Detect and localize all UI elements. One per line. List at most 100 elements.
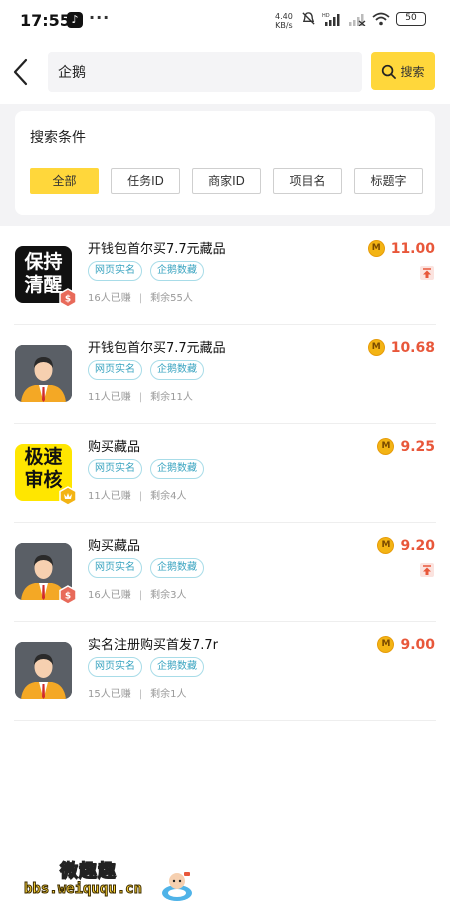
mascot-icon — [162, 872, 192, 901]
earned-count: 11人已赚 — [88, 392, 131, 403]
task-title: 购买藏品 — [88, 440, 141, 455]
signal-icon: HD — [322, 13, 340, 26]
tag-realname: 网页实名 — [88, 360, 142, 380]
mute-icon — [302, 12, 315, 25]
task-meta: 16人已赚 | 剩余3人 — [88, 586, 186, 601]
filter-title: 搜索条件 — [30, 130, 86, 146]
watermark: 微趣趣 bbs.weiququ.cn — [22, 855, 202, 910]
task-row[interactable]: 实名注册购买首发7.7r 网页实名 企鹅数藏 15人已赚 | 剩余1人 M 9.00 — [0, 622, 450, 721]
earned-count: 16人已赚 — [88, 590, 131, 601]
status-time: 17:55 — [20, 11, 71, 30]
earned-count: 11人已赚 — [88, 491, 131, 502]
filter-card: 搜索条件 全部 任务ID 商家ID 项目名 标题字 — [15, 111, 435, 215]
reward-value: 10.68 — [390, 339, 435, 356]
task-tags: 网页实名 企鹅数藏 — [88, 657, 204, 677]
pin-top-icon — [420, 563, 434, 577]
tag-realname: 网页实名 — [88, 261, 142, 281]
task-meta: 16人已赚 | 剩余55人 — [88, 289, 193, 304]
meta-separator: | — [138, 590, 143, 601]
reward: M 11.00 — [367, 240, 435, 257]
signal-off-icon — [349, 13, 366, 26]
red-badge-icon: $ — [59, 585, 77, 605]
remaining-count: 剩余1人 — [150, 689, 187, 700]
thumbnail-text: 极速 — [24, 446, 63, 468]
task-row[interactable]: $ 购买藏品 网页实名 企鹅数藏 16人已赚 | 剩余3人 M 9.20 — [0, 523, 450, 622]
svg-text:$: $ — [65, 295, 71, 305]
tag-platform: 企鹅数藏 — [150, 657, 204, 677]
reward-value: 9.25 — [400, 438, 435, 455]
svg-text:$: $ — [65, 592, 71, 602]
earned-count: 15人已赚 — [88, 689, 131, 700]
tag-realname: 网页实名 — [88, 558, 142, 578]
filter-chip-title-keyword[interactable]: 标题字 — [354, 168, 423, 194]
task-row[interactable]: 开钱包首尔买7.7元藏品 网页实名 企鹅数藏 11人已赚 | 剩余11人 M 10.… — [0, 325, 450, 424]
task-meta: 11人已赚 | 剩余4人 — [88, 487, 186, 502]
reward-value: 9.00 — [400, 636, 435, 653]
reward: M 10.68 — [367, 339, 435, 356]
meta-separator: | — [138, 293, 143, 304]
task-meta: 15人已赚 | 剩余1人 — [88, 685, 186, 700]
reward-value: 9.20 — [400, 537, 435, 554]
net-speed-unit: KB/s — [275, 21, 293, 30]
red-badge-icon: $ — [59, 288, 77, 308]
task-tags: 网页实名 企鹅数藏 — [88, 558, 204, 578]
search-input[interactable] — [48, 52, 362, 92]
remaining-count: 剩余55人 — [150, 293, 193, 304]
task-row[interactable]: 极速 审核 购买藏品 网页实名 企鹅数藏 11人已赚 | 剩余4人 M 9.25 — [0, 424, 450, 523]
task-thumbnail — [15, 345, 72, 402]
task-title: 开钱包首尔买7.7元藏品 — [88, 341, 226, 356]
status-icons: HD 50 — [301, 11, 426, 26]
reward: M 9.20 — [377, 537, 435, 554]
net-speed-value: 4.40 — [275, 12, 293, 21]
filter-chip-project-name[interactable]: 项目名 — [273, 168, 342, 194]
meta-separator: | — [138, 392, 143, 403]
net-speed: 4.40 KB/s — [275, 12, 293, 30]
task-title: 实名注册购买首发7.7r — [88, 638, 219, 653]
wifi-icon — [372, 12, 390, 25]
coin-icon: M — [377, 636, 395, 653]
search-icon — [382, 64, 397, 79]
gold-badge-icon — [59, 486, 77, 506]
search-header: 搜索 — [0, 42, 450, 104]
tag-platform: 企鹅数藏 — [150, 558, 204, 578]
status-more-icon: ··· — [89, 8, 111, 27]
task-row[interactable]: 保持 清醒 $ 开钱包首尔买7.7元藏品 网页实名 企鹅数藏 16人已赚 | 剩余5… — [0, 226, 450, 325]
coin-icon: M — [367, 339, 385, 356]
user-avatar-icon — [15, 642, 72, 699]
task-tags: 网页实名 企鹅数藏 — [88, 459, 204, 479]
filter-chip-all[interactable]: 全部 — [30, 168, 99, 194]
tiktok-icon: ♪ — [67, 12, 83, 28]
remaining-count: 剩余4人 — [150, 491, 187, 502]
remaining-count: 剩余11人 — [150, 392, 193, 403]
filter-chip-task-id[interactable]: 任务ID — [111, 168, 180, 194]
status-bar: 17:55 ♪ ··· 4.40 KB/s HD 50 — [0, 0, 450, 42]
reward: M 9.25 — [377, 438, 435, 455]
task-list: 保持 清醒 $ 开钱包首尔买7.7元藏品 网页实名 企鹅数藏 16人已赚 | 剩余5… — [0, 226, 450, 920]
reward: M 9.00 — [377, 636, 435, 653]
task-thumbnail — [15, 642, 72, 699]
coin-icon: M — [367, 240, 385, 257]
battery-icon: 50 — [396, 11, 426, 26]
pin-top-icon — [420, 266, 434, 280]
svg-text:HD: HD — [322, 13, 330, 19]
meta-separator: | — [138, 689, 143, 700]
task-tags: 网页实名 企鹅数藏 — [88, 261, 204, 281]
watermark-url: bbs.weiququ.cn — [23, 881, 143, 898]
reward-value: 11.00 — [390, 240, 435, 257]
back-arrow-icon[interactable] — [10, 54, 34, 90]
task-title: 开钱包首尔买7.7元藏品 — [88, 242, 226, 257]
coin-icon: M — [377, 438, 395, 455]
coin-icon: M — [377, 537, 395, 554]
tag-realname: 网页实名 — [88, 459, 142, 479]
tag-realname: 网页实名 — [88, 657, 142, 677]
earned-count: 16人已赚 — [88, 293, 131, 304]
search-button-label: 搜索 — [400, 64, 425, 79]
thumbnail-text: 保持 — [24, 251, 63, 273]
search-button[interactable]: 搜索 — [371, 52, 435, 90]
meta-separator: | — [138, 491, 143, 502]
task-title: 购买藏品 — [88, 539, 141, 554]
filter-chips: 全部 任务ID 商家ID 项目名 标题字 — [30, 168, 423, 194]
row-divider — [14, 720, 436, 721]
filter-chip-merchant-id[interactable]: 商家ID — [192, 168, 261, 194]
watermark-name: 微趣趣 — [59, 860, 117, 882]
